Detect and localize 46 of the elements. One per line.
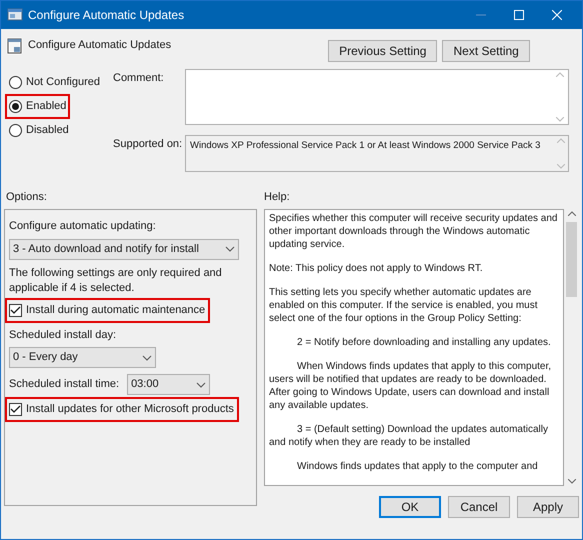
- field-label: Scheduled install time:: [9, 377, 120, 392]
- note-text: The following settings are only required and applicable if 4 is selected.: [9, 266, 223, 296]
- help-label: Help:: [264, 190, 290, 201]
- scrollbar-thumb[interactable]: [566, 222, 577, 297]
- caret-icon: [142, 354, 152, 360]
- help-paragraph: Note: This policy does not apply to Windows RT.: [269, 262, 484, 275]
- radio-option[interactable]: Enabled: [7, 96, 68, 117]
- maximize-icon[interactable]: [514, 10, 524, 20]
- dropdown[interactable]: 03:00: [127, 374, 210, 395]
- nav-button[interactable]: Next Setting: [442, 40, 530, 62]
- footer-button[interactable]: Cancel: [448, 496, 510, 518]
- comment-label: Comment:: [112, 71, 165, 86]
- scroll-down-icon[interactable]: [568, 479, 576, 484]
- checkbox-option[interactable]: Install updates for other Microsoft products: [7, 399, 237, 420]
- footer-button[interactable]: Apply: [517, 496, 579, 518]
- footer-button[interactable]: OK: [379, 496, 441, 518]
- checkmark-icon: [10, 306, 21, 314]
- help-paragraph: Windows finds updates that apply to the computer and: [296, 460, 539, 473]
- help-paragraph: When Windows finds updates that apply to this computer, users will be notified that updates are ready to be downloaded. After going to Windows Update, users can download and install any available updates.: [269, 360, 552, 412]
- caret-icon: [225, 246, 235, 252]
- scroll-up-icon[interactable]: [568, 211, 576, 216]
- policy-icon: [7, 7, 23, 23]
- supported-on-label: Supported on:: [112, 137, 184, 152]
- nav-button[interactable]: Previous Setting: [328, 40, 438, 62]
- help-paragraph: Specifies whether this computer will receive security updates and other important downloads through the Windows automatic updating service.: [269, 212, 558, 251]
- help-paragraph: 3 = (Default setting) Download the updates automatically and notify when they are ready to be installed: [269, 423, 549, 449]
- dropdown[interactable]: 3 - Auto download and notify for install: [9, 238, 239, 260]
- checkmark-icon: [10, 405, 21, 414]
- caret-icon: [196, 382, 206, 388]
- scroll-down-icon: [557, 164, 565, 169]
- comment-field[interactable]: [185, 69, 569, 125]
- checkbox-option[interactable]: Install during automatic maintenance: [7, 300, 208, 320]
- radio-option[interactable]: Disabled: [7, 120, 71, 141]
- help-paragraph: This setting lets you specify whether automatic updates are enabled on this computer. If the service is enabled, you must select one of the four options in the Group Policy Setting:: [269, 286, 538, 325]
- policy-icon: [7, 37, 23, 55]
- field-label: Configure automatic updating:: [9, 219, 157, 234]
- field-label: Scheduled install day:: [9, 328, 118, 342]
- help-paragraph: 2 = Notify before downloading and installing any updates.: [296, 336, 552, 349]
- close-icon[interactable]: [552, 10, 562, 20]
- setting-title: Configure Automatic Updates: [28, 38, 172, 53]
- window-title: Configure Automatic Updates: [28, 7, 184, 24]
- supported-on-text: Windows XP Professional Service Pack 1 or At least Windows 2000 Service Pack 3: [189, 139, 542, 153]
- dropdown[interactable]: 0 - Every day: [9, 347, 156, 368]
- options-label: Options:: [5, 190, 48, 201]
- radio-option[interactable]: Not Configured: [7, 72, 102, 93]
- scroll-up-icon: [557, 138, 565, 143]
